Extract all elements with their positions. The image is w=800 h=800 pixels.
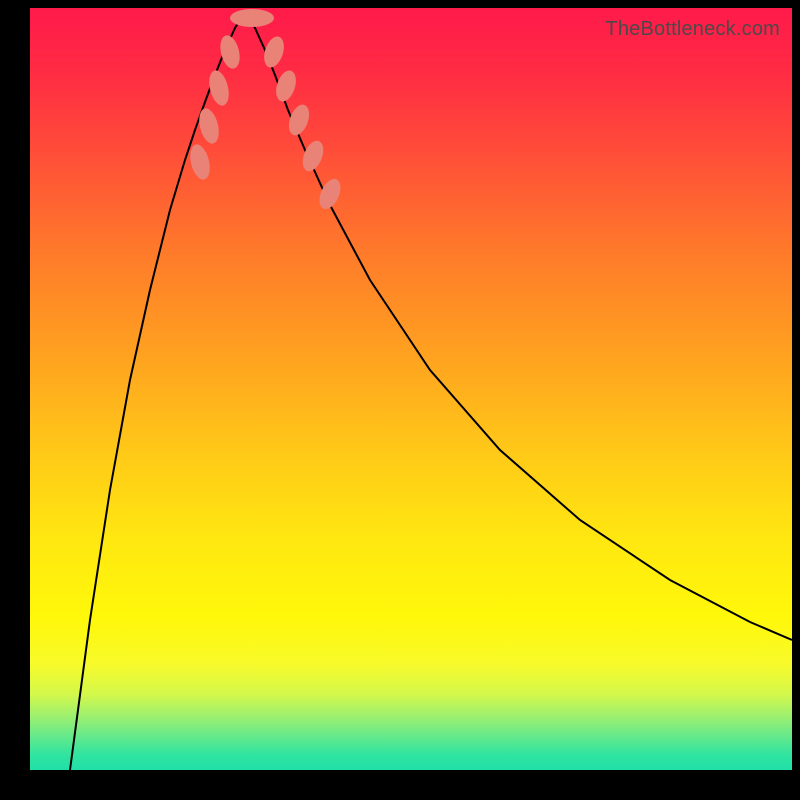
marker-left-4 bbox=[217, 33, 243, 70]
curve-left-branch bbox=[70, 12, 245, 770]
marker-left-3 bbox=[206, 68, 232, 107]
marker-right-2 bbox=[272, 68, 299, 104]
marker-left-2 bbox=[196, 106, 222, 145]
marker-bottom bbox=[230, 9, 274, 27]
marker-left-1 bbox=[187, 142, 213, 181]
marker-right-1 bbox=[260, 34, 287, 70]
curve-right-branch bbox=[245, 12, 792, 640]
chart-plot-area: TheBottleneck.com bbox=[30, 8, 792, 770]
marker-group bbox=[187, 9, 345, 212]
chart-svg bbox=[30, 8, 792, 770]
marker-right-3 bbox=[285, 102, 313, 138]
